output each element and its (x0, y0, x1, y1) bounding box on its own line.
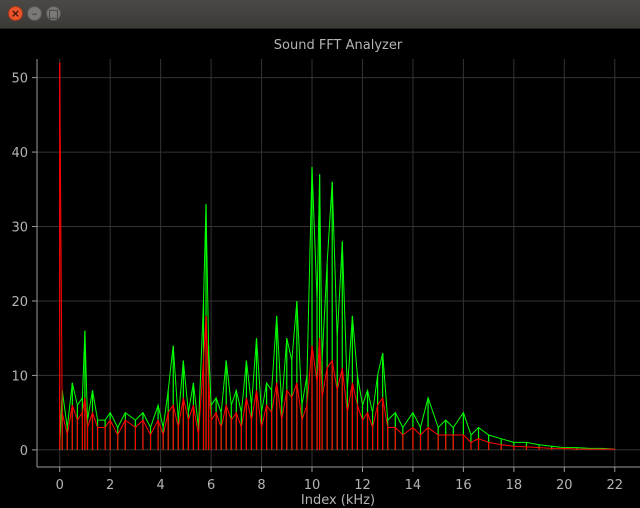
x-tick-label: 18 (506, 478, 523, 493)
y-tick-label: 20 (11, 295, 28, 310)
x-tick-label: 0 (56, 478, 64, 493)
y-tick-label: 30 (11, 221, 28, 236)
x-tick-label: 16 (455, 478, 472, 493)
y-tick-label: 0 (20, 444, 28, 459)
x-tick-label: 2 (106, 478, 114, 493)
series-1 (59, 62, 616, 450)
grid-lines (37, 59, 640, 467)
x-tick-label: 4 (156, 478, 164, 493)
axes (32, 59, 640, 472)
chart-title: Sound FFT Analyzer (274, 38, 403, 53)
window-titlebar[interactable]: × – □ (0, 0, 640, 29)
x-tick-label: 20 (556, 478, 573, 493)
x-tick-label: 6 (207, 478, 215, 493)
y-tick-label: 40 (11, 146, 28, 161)
x-tick-label: 22 (606, 478, 623, 493)
y-tick-label: 50 (11, 72, 28, 87)
x-axis-label: Index (kHz) (301, 493, 375, 508)
y-tick-label: 10 (11, 369, 28, 384)
fft-chart: 0 2 4 6 8 10 12 14 16 18 20 22 0 10 20 30 40 50 Sound FFT… (11, 38, 640, 508)
series-layer (59, 62, 616, 450)
fft-plot-area: 0 2 4 6 8 10 12 14 16 18 20 22 0 10 20 30 40 50 Sound FFT… (0, 29, 640, 508)
x-tick-label: 14 (405, 478, 422, 493)
x-tick-label: 12 (354, 478, 371, 493)
x-tick-label: 10 (304, 478, 321, 493)
minimize-window-button[interactable]: – (27, 6, 42, 21)
close-window-button[interactable]: × (8, 6, 23, 21)
x-tick-label: 8 (257, 478, 265, 493)
maximize-window-button[interactable]: □ (46, 6, 61, 21)
